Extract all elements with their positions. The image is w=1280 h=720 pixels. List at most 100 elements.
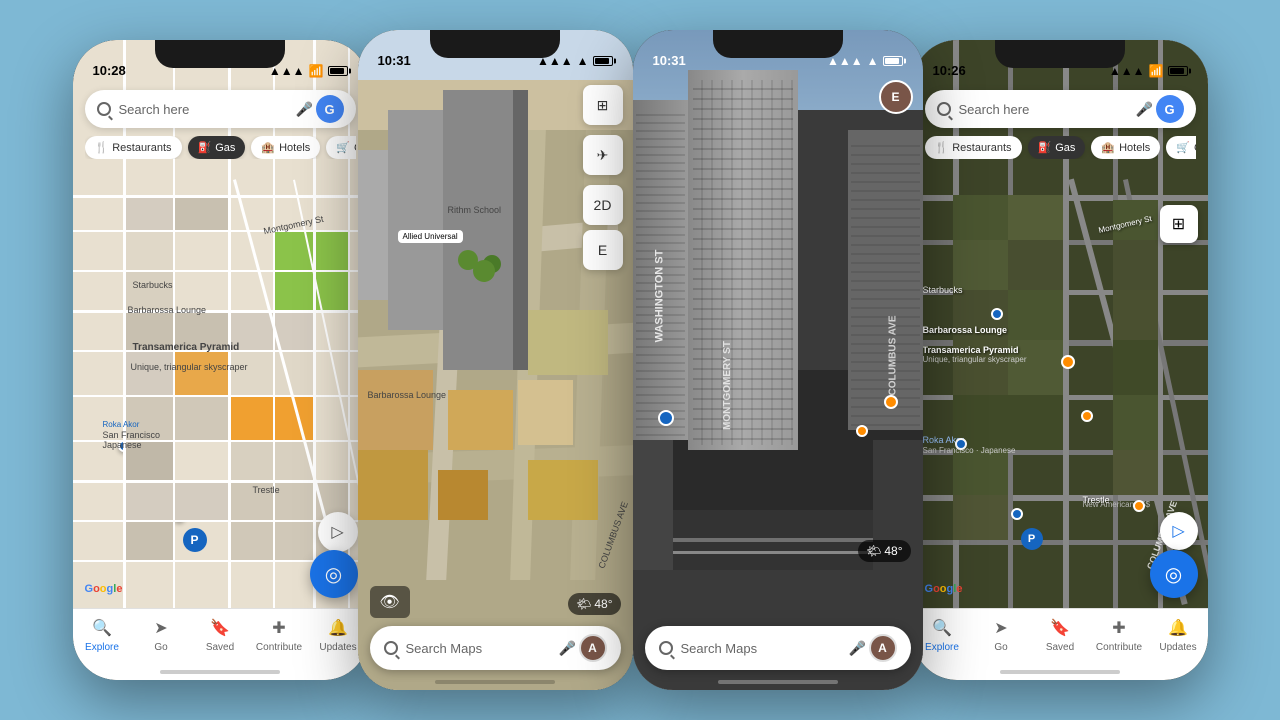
phone-3-search[interactable]: Search Maps 🎤 A xyxy=(645,626,911,670)
layers-button-sat[interactable]: ⊞ xyxy=(1160,205,1198,243)
building-2 xyxy=(388,110,443,330)
search-icon xyxy=(384,641,398,655)
user-label: E xyxy=(598,242,607,258)
city-block xyxy=(123,230,173,270)
home-indicator xyxy=(718,680,838,684)
pill-hotels[interactable]: 🏨 Hotels xyxy=(251,136,320,159)
navigate-button-sat[interactable]: ▷ xyxy=(1160,512,1198,550)
sat-label-transamerica: Transamerica Pyramid xyxy=(923,345,1019,355)
building-5 xyxy=(528,460,598,520)
sat-pin-blue3 xyxy=(1011,508,1023,520)
phone-1-screen: 10:28 ▲▲▲ 📶 xyxy=(73,40,368,680)
tab-label: Go xyxy=(154,642,167,653)
city-block xyxy=(228,350,313,395)
tab-updates-4[interactable]: 🔔 Updates xyxy=(1149,617,1208,653)
battery-icon xyxy=(593,56,613,66)
binoculars-icon: 👁 xyxy=(379,592,399,612)
wifi-icon: ▲ xyxy=(577,54,589,68)
mic-icon[interactable]: 🎤 xyxy=(1134,98,1156,120)
2d-button[interactable]: 2D xyxy=(583,185,623,225)
tab-go-4[interactable]: ➤ Go xyxy=(972,617,1031,653)
pill-restaurants[interactable]: 🍴 Restaurants xyxy=(85,136,182,159)
mic-icon[interactable]: 🎤 xyxy=(294,98,316,120)
pill-label: Hotels xyxy=(1119,142,1150,154)
phone-1: 10:28 ▲▲▲ 📶 xyxy=(73,40,368,680)
phone-1-search-bar[interactable]: Search here 🎤 G xyxy=(85,90,356,128)
home-indicator xyxy=(435,680,555,684)
building-orange2 xyxy=(448,390,513,450)
tab-label: Contribute xyxy=(256,642,302,653)
battery-icon xyxy=(1168,66,1188,76)
sat-block xyxy=(1008,395,1063,450)
city-block xyxy=(123,350,173,395)
updates-icon: 🔔 xyxy=(327,617,349,639)
pill-gas[interactable]: ⛽ Gas xyxy=(188,136,246,159)
sat-pin-orange3 xyxy=(1133,500,1145,512)
battery-icon xyxy=(883,56,903,66)
tab-contribute[interactable]: ✚ Contribute xyxy=(250,617,309,653)
tab-explore[interactable]: 🔍 Explore xyxy=(73,617,132,653)
layers-button[interactable]: ⊞ xyxy=(583,85,623,125)
google-logo-sat: Google xyxy=(925,583,963,595)
search-icon xyxy=(97,102,111,116)
tab-go[interactable]: ➤ Go xyxy=(132,617,191,653)
street-label-columbus: COLUMBUS AVE xyxy=(887,316,898,396)
location-icon: ◎ xyxy=(325,562,342,587)
layers-icon: ⊞ xyxy=(1172,214,1185,234)
phone-2-search[interactable]: Search Maps 🎤 A xyxy=(370,626,621,670)
map-pin-orange2 xyxy=(856,425,868,437)
home-indicator xyxy=(1000,670,1120,674)
user-avatar[interactable]: E xyxy=(879,80,913,114)
phone-3-notch xyxy=(713,30,843,58)
sat-pin-blue xyxy=(991,308,1003,320)
tab-label: Explore xyxy=(925,642,959,653)
user-button[interactable]: E xyxy=(583,230,623,270)
building-orange3 xyxy=(358,450,428,520)
google-logo: Google xyxy=(85,583,123,595)
street-label-montgomery: MONTGOMERY ST xyxy=(721,341,732,430)
avatar[interactable]: A xyxy=(579,634,607,662)
contribute-icon: ✚ xyxy=(1108,617,1130,639)
avatar[interactable]: A xyxy=(869,634,897,662)
fab-button-sat[interactable]: ◎ xyxy=(1150,550,1198,598)
label-barb: Barbarossa Lounge xyxy=(368,390,447,400)
pill-restaurants-4[interactable]: 🍴 Restaurants xyxy=(925,136,1022,159)
tab-label: Saved xyxy=(1046,642,1074,653)
tab-saved[interactable]: 🔖 Saved xyxy=(191,617,250,653)
map-pin xyxy=(658,410,674,426)
pill-label: Groceries xyxy=(1194,142,1196,154)
mic-icon[interactable]: 🎤 xyxy=(557,637,579,659)
search-placeholder: Search Maps xyxy=(406,641,557,656)
account-icon[interactable]: G xyxy=(1156,95,1184,123)
compass-button[interactable]: ✈ xyxy=(583,135,623,175)
pill-hotels-4[interactable]: 🏨 Hotels xyxy=(1091,136,1160,159)
phone-4-search-bar[interactable]: Search here 🎤 G xyxy=(925,90,1196,128)
road xyxy=(73,195,368,198)
binoculars-button[interactable]: 👁 xyxy=(370,586,410,618)
phone-1-notch xyxy=(155,40,285,68)
tab-saved-4[interactable]: 🔖 Saved xyxy=(1031,617,1090,653)
pill-label: Hotels xyxy=(279,142,310,154)
tab-label: Go xyxy=(994,642,1007,653)
map-label-trestle: Trestle xyxy=(253,485,280,495)
temperature-badge-3: 🌤 48° xyxy=(858,540,910,562)
navigate-button[interactable]: ▷ xyxy=(318,512,358,552)
sat-label-trans-sub: Unique, triangular skyscraper xyxy=(923,355,1027,364)
sat-block xyxy=(1113,395,1158,450)
pill-groceries-4[interactable]: 🛒 Groceries xyxy=(1166,136,1195,159)
compass-icon: ✈ xyxy=(597,147,609,164)
pill-groceries[interactable]: 🛒 Groceries xyxy=(326,136,355,159)
sat-block xyxy=(1008,290,1063,340)
pill-gas-4[interactable]: ⛽ Gas xyxy=(1028,136,1086,159)
battery-icon xyxy=(328,66,348,76)
tab-contribute-4[interactable]: ✚ Contribute xyxy=(1090,617,1149,653)
mic-icon[interactable]: 🎤 xyxy=(847,637,869,659)
fab-button[interactable]: ◎ xyxy=(310,550,358,598)
pill-label: Restaurants xyxy=(952,142,1011,154)
road xyxy=(73,230,368,232)
label-rithm: Rithm School xyxy=(448,205,502,215)
pill-label: Groceries xyxy=(354,142,356,154)
account-icon[interactable]: G xyxy=(316,95,344,123)
map-label-roka2: San Francisco xyxy=(103,430,161,440)
temp-text: 48° xyxy=(884,544,902,558)
